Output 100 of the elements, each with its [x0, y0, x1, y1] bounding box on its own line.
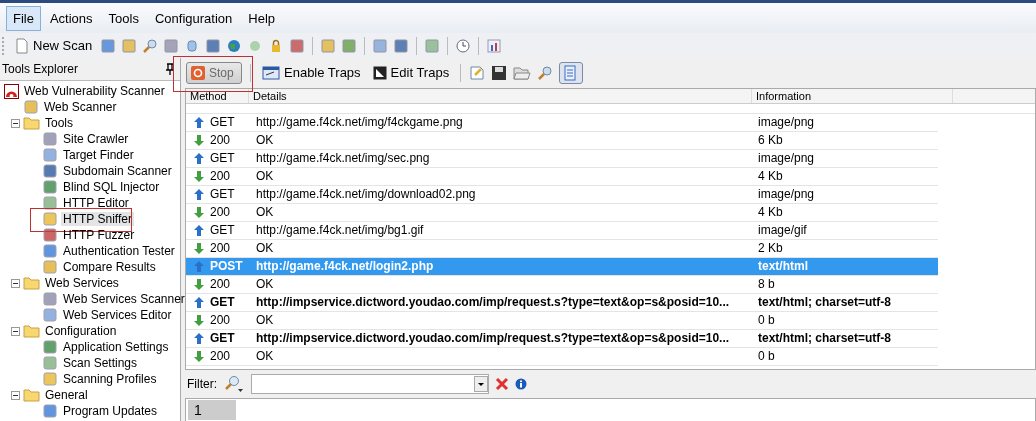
details-cell-text: OK	[255, 169, 275, 184]
table-row[interactable]: GET http://game.f4ck.net/img/download02.png image/png	[186, 185, 938, 204]
table-row[interactable]: GET http://impservice.dictword.youdao.com/imp/request.s?type=text&op=s&posid=10... text/html; charset=utf-8	[186, 329, 938, 348]
information-cell-text: text/html	[757, 259, 809, 274]
edit-traps-button[interactable]: Edit Traps	[369, 63, 453, 83]
tree-item[interactable]: Application Settings	[61, 340, 171, 354]
method-cell: 200	[210, 241, 231, 256]
edit-document-icon[interactable]	[469, 64, 486, 81]
table-row[interactable]: 200 OK 0 b	[186, 311, 938, 330]
document-list-icon	[564, 64, 579, 81]
search-icon[interactable]	[142, 37, 159, 54]
tree-item[interactable]: Scan Settings	[61, 356, 140, 370]
tree-item[interactable]: Web Vulnerability Scanner	[22, 84, 167, 98]
tree-item[interactable]: Web Scanner	[42, 100, 119, 114]
tree-item[interactable]: Program Updates	[61, 404, 160, 418]
search-dropdown-icon[interactable]	[223, 375, 245, 394]
method-cell: GET	[210, 187, 235, 202]
column-header[interactable]: Details	[249, 88, 752, 103]
tree-item[interactable]: Authentication Tester	[61, 244, 177, 258]
tree-item[interactable]: General	[43, 388, 90, 402]
window-icon	[262, 65, 280, 80]
new-scan-button[interactable]: New Scan	[12, 35, 96, 56]
method-cell: 200	[210, 133, 231, 148]
search-icon[interactable]	[537, 64, 554, 81]
tree-item[interactable]: HTTP Sniffer	[61, 212, 134, 226]
open-folder-icon[interactable]	[513, 64, 532, 81]
tree-item[interactable]: Web Services Editor	[61, 308, 174, 322]
column-header[interactable]: Method	[186, 88, 249, 103]
information-cell-text: 0 b	[757, 349, 776, 364]
tree-item[interactable]: HTTP Editor	[61, 196, 131, 210]
scanner-icon	[4, 83, 19, 99]
tree-item[interactable]: Site Crawler	[61, 132, 131, 146]
method-cell: GET	[210, 331, 235, 346]
table-row[interactable]: 200 OK 0 b	[186, 347, 938, 366]
method-cell: 200	[210, 349, 231, 364]
collapse-icon[interactable]	[11, 118, 20, 128]
menu-item[interactable]: Configuration	[147, 5, 240, 31]
clock-icon[interactable]	[455, 37, 472, 54]
up-arrow-icon	[194, 188, 204, 200]
details-cell-text: OK	[255, 205, 275, 220]
up-arrow-icon	[194, 152, 204, 164]
chart-icon[interactable]	[486, 37, 503, 54]
column-header[interactable]: Information	[752, 88, 953, 103]
table-row[interactable]: 200 OK 2 Kb	[186, 239, 938, 258]
collapse-icon[interactable]	[11, 326, 20, 336]
method-cell: POST	[210, 259, 243, 274]
collapse-icon[interactable]	[11, 390, 20, 400]
tree-item[interactable]: Compare Results	[61, 260, 158, 274]
menu-item[interactable]: Help	[241, 5, 283, 31]
tree-item[interactable]: Subdomain Scanner	[61, 164, 174, 178]
save-icon[interactable]	[491, 64, 508, 81]
tree-item[interactable]: Scanning Profiles	[61, 372, 159, 386]
information-cell-text: 8 b	[757, 277, 776, 292]
table-row[interactable]: 200 OK 8 b	[186, 275, 938, 294]
details-cell-text: http://game.f4ck.net/img/download02.png	[255, 187, 477, 202]
trap-icon	[372, 65, 387, 80]
collapse-icon[interactable]	[11, 278, 20, 288]
information-cell-text: text/html; charset=utf-8	[757, 295, 893, 310]
tree-item[interactable]: Blind SQL Injector	[61, 180, 162, 194]
details-cell-text: OK	[255, 133, 275, 148]
table-row[interactable]: 200 OK 6 Kb	[186, 131, 938, 150]
information-cell-text: text/html; charset=utf-8	[757, 331, 893, 346]
details-cell-text: http://game.f4ck.net/img/f4ckgame.png	[255, 115, 464, 130]
information-cell-text: image/png	[757, 115, 816, 130]
tree-item[interactable]: Configuration	[43, 324, 119, 338]
tree-item[interactable]: HTTP Fuzzer	[61, 228, 137, 242]
information-cell-text: 6 Kb	[757, 133, 784, 148]
down-arrow-icon	[194, 278, 204, 290]
view-toggle-button[interactable]	[559, 61, 584, 84]
filter-field[interactable]	[251, 374, 489, 395]
tree-item[interactable]: Target Finder	[61, 148, 136, 162]
tree-item[interactable]: Tools	[43, 116, 75, 130]
information-cell-text: image/png	[757, 151, 816, 166]
details-cell-text: http://impservice.dictword.youdao.com/imp/request.s?type=text&op=s&posid=10...	[255, 295, 731, 310]
information-cell-text: 4 Kb	[757, 169, 784, 184]
up-arrow-icon	[194, 116, 204, 128]
table-row[interactable]: GET http://game.f4ck.net/img/f4ckgame.png image/png	[186, 113, 938, 132]
close-icon[interactable]	[495, 377, 509, 392]
table-row[interactable]: 200 OK 4 Kb	[186, 167, 938, 186]
down-arrow-icon	[194, 170, 204, 182]
table-row[interactable]: GET http://game.f4ck.net/img/bg1.gif image/gif	[186, 221, 938, 240]
folder-icon	[23, 116, 40, 130]
table-row[interactable]: GET http://game.f4ck.net/img/sec.png image/png	[186, 149, 938, 168]
table-row[interactable]: GET http://impservice.dictword.youdao.com/imp/request.s?type=text&op=s&posid=10... text/html; charset=utf-8	[186, 293, 938, 312]
globe-icon[interactable]	[226, 37, 243, 54]
table-row[interactable]: 200 OK 4 Kb	[186, 203, 938, 222]
menu-item[interactable]: Tools	[101, 5, 146, 31]
info-icon[interactable]	[515, 378, 527, 391]
enable-traps-button[interactable]: Enable Traps	[259, 63, 364, 83]
menu-item[interactable]: File	[6, 5, 41, 31]
down-arrow-icon	[194, 242, 204, 254]
information-cell-text: image/gif	[757, 223, 808, 238]
tree-item[interactable]: Web Services	[43, 276, 121, 290]
details-cell-text: http://game.f4ck.net/img/sec.png	[255, 151, 431, 166]
pin-icon[interactable]	[166, 63, 174, 75]
menu-item[interactable]: Actions	[42, 5, 100, 31]
tab[interactable]: 1	[188, 400, 236, 420]
panel-title: Tools Explorer	[2, 62, 79, 76]
folder-icon	[23, 276, 40, 290]
tree-item[interactable]: Web Services Scanner	[61, 292, 187, 306]
